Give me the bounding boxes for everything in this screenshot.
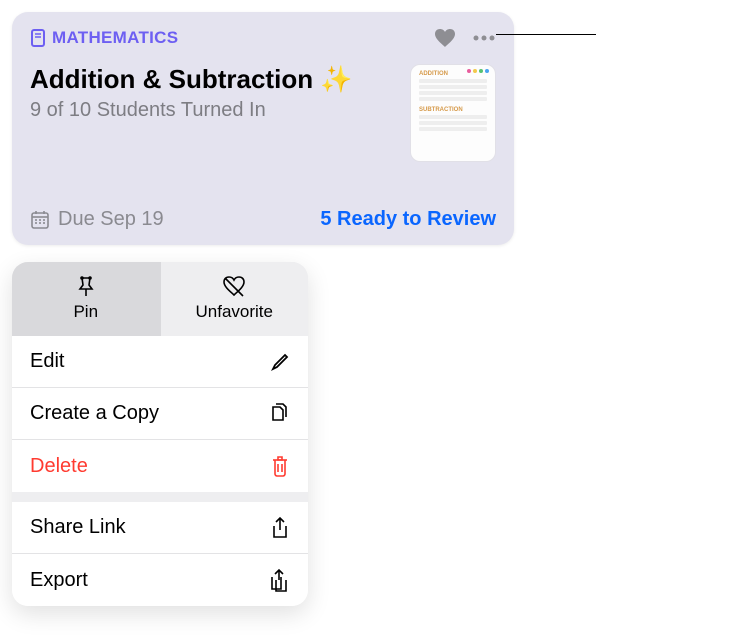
edit-label: Edit — [30, 350, 64, 373]
delete-label: Delete — [30, 455, 88, 478]
export-icon — [268, 568, 290, 592]
class-tag[interactable]: MATHEMATICS — [30, 28, 178, 48]
copy-item[interactable]: Create a Copy — [12, 388, 308, 440]
card-header: MATHEMATICS — [30, 28, 496, 48]
class-label: MATHEMATICS — [52, 28, 178, 48]
menu-section-2: Share Link Export — [12, 502, 308, 606]
duplicate-icon — [268, 403, 290, 425]
trash-icon — [270, 455, 290, 477]
unfavorite-tab[interactable]: Unfavorite — [160, 262, 309, 336]
assignment-title: Addition & Subtraction ✨ — [30, 64, 353, 95]
pencil-icon — [270, 352, 290, 372]
share-link-label: Share Link — [30, 516, 126, 539]
share-link-item[interactable]: Share Link — [12, 502, 308, 554]
heart-slash-icon — [222, 276, 246, 298]
export-item[interactable]: Export — [12, 554, 308, 606]
turned-in-status: 9 of 10 Students Turned In — [30, 99, 353, 122]
callout-line — [496, 34, 596, 35]
copy-label: Create a Copy — [30, 402, 159, 425]
ready-to-review[interactable]: 5 Ready to Review — [320, 208, 496, 231]
share-icon — [270, 516, 290, 540]
due-label: Due Sep 19 — [58, 208, 164, 231]
due-date: Due Sep 19 — [30, 208, 164, 231]
delete-item[interactable]: Delete — [12, 440, 308, 492]
card-footer: Due Sep 19 5 Ready to Review — [30, 208, 496, 231]
menu-tabs: Pin Unfavorite — [12, 262, 308, 336]
edit-item[interactable]: Edit — [12, 336, 308, 388]
pin-tab[interactable]: Pin — [12, 262, 160, 336]
heart-icon[interactable] — [434, 28, 456, 48]
title-block: Addition & Subtraction ✨ 9 of 10 Student… — [30, 64, 353, 122]
unfavorite-label: Unfavorite — [196, 302, 273, 322]
menu-divider — [12, 492, 308, 502]
menu-section-1: Edit Create a Copy Delete — [12, 336, 308, 492]
context-menu: Pin Unfavorite Edit Create a Copy Delete — [12, 262, 308, 606]
assignment-card[interactable]: MATHEMATICS Addition & Subtraction ✨ 9 o… — [12, 12, 514, 245]
card-body: Addition & Subtraction ✨ 9 of 10 Student… — [30, 64, 496, 162]
notebook-icon — [30, 29, 46, 47]
more-icon[interactable] — [472, 35, 496, 41]
attachment-thumbnail[interactable]: ADDITION SUBTRACTION — [410, 64, 496, 162]
export-label: Export — [30, 569, 88, 592]
pin-label: Pin — [73, 302, 98, 322]
header-actions — [434, 28, 496, 48]
pin-icon — [76, 276, 96, 298]
calendar-icon — [30, 210, 50, 230]
